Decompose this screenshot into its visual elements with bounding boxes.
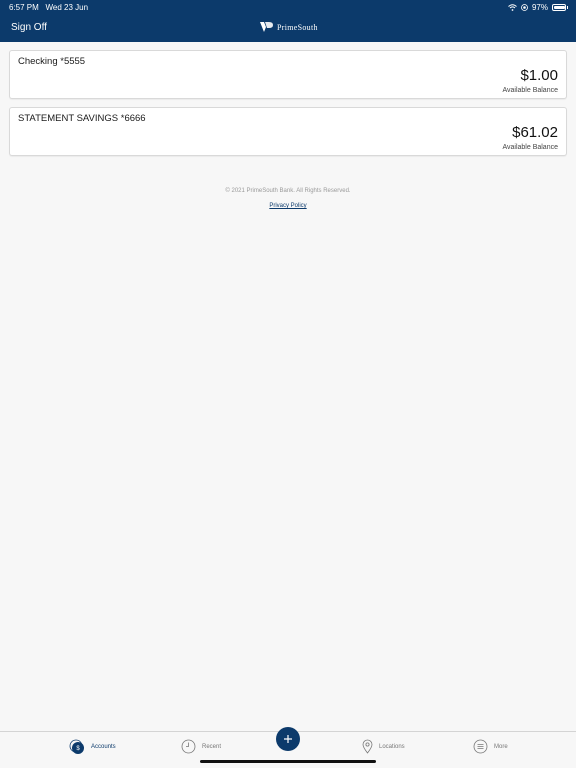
logo-text: PrimeSouth <box>277 22 318 32</box>
copyright-text: © 2021 PrimeSouth Bank. All Rights Reser… <box>225 188 351 194</box>
status-indicators: 97% <box>508 3 568 12</box>
primesouth-logo: PrimeSouth <box>259 21 318 33</box>
accounts-dollar-icon: $ <box>69 739 84 754</box>
tab-recent[interactable]: Recent <box>181 739 221 754</box>
privacy-policy-link[interactable]: Privacy Policy <box>269 203 306 209</box>
add-action-button[interactable] <box>276 727 300 751</box>
account-name: STATEMENT SAVINGS *6666 <box>18 113 146 124</box>
status-time: 6:57 PM Wed 23 Jun <box>9 3 88 12</box>
status-date: Wed 23 Jun <box>45 3 89 12</box>
legal-footer: © 2021 PrimeSouth Bank. All Rights Reser… <box>0 188 576 212</box>
battery-percent: 97% <box>531 3 548 12</box>
tab-locations[interactable]: Locations <box>362 739 405 754</box>
home-indicator[interactable] <box>200 760 376 763</box>
app-header: 6:57 PM Wed 23 Jun 97% Sign Off PrimeSou… <box>0 0 576 42</box>
plus-icon <box>284 735 292 743</box>
clock-icon <box>181 739 196 754</box>
map-pin-icon <box>362 739 373 754</box>
menu-lines-icon <box>473 739 488 754</box>
balance-label: Available Balance <box>502 87 558 94</box>
location-services-icon <box>521 4 528 11</box>
account-card-checking[interactable]: Checking *5555 $1.00 Available Balance <box>9 50 567 99</box>
tab-label: More <box>494 743 508 750</box>
wifi-icon <box>508 4 517 11</box>
tab-label: Recent <box>202 743 222 750</box>
battery-icon <box>552 4 566 11</box>
account-balance: $1.00 <box>520 67 558 84</box>
tab-label: Accounts <box>91 744 116 750</box>
status-bar: 6:57 PM Wed 23 Jun 97% <box>0 0 576 14</box>
tab-label: Locations <box>379 743 405 750</box>
logo-mark-icon <box>260 22 273 32</box>
sign-off-button[interactable]: Sign Off <box>11 22 47 33</box>
tab-accounts[interactable]: $ Accounts <box>69 739 116 755</box>
account-balance: $61.02 <box>512 124 558 141</box>
tab-more[interactable]: More <box>473 739 508 754</box>
account-card-savings[interactable]: STATEMENT SAVINGS *6666 $61.02 Available… <box>9 107 567 156</box>
account-name: Checking *5555 <box>18 56 86 67</box>
status-clock: 6:57 PM <box>9 3 39 12</box>
balance-label: Available Balance <box>502 144 558 151</box>
